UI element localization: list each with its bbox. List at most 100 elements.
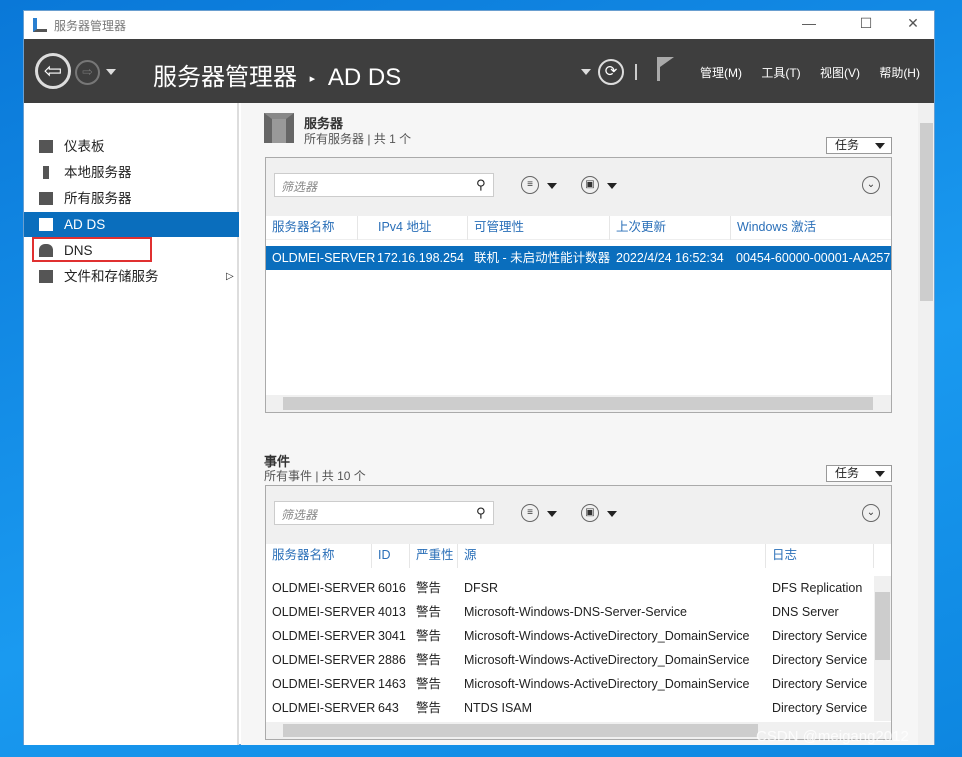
refresh-dropdown-icon[interactable]	[581, 69, 591, 75]
column-header[interactable]: 服务器名称	[266, 544, 372, 568]
sidebar-item-ad-ds[interactable]: AD DS	[24, 212, 239, 237]
save-query-dropdown-icon[interactable]	[607, 511, 617, 517]
table-row[interactable]: OLDMEI-SERVER 172.16.198.254 联机 - 未启动性能计…	[266, 246, 891, 270]
cell: Directory Service	[772, 629, 868, 643]
events-subtitle: 所有事件 | 共 10 个	[264, 469, 366, 483]
adds-icon	[39, 218, 53, 231]
cell: DFSR	[464, 581, 499, 595]
cell: OLDMEI-SERVER	[272, 629, 376, 643]
cell: OLDMEI-SERVER	[272, 653, 376, 667]
column-header[interactable]: IPv4 地址	[372, 216, 468, 240]
menu-manage[interactable]: 管理(M)	[700, 64, 742, 81]
table-row[interactable]: OLDMEI-SERVER 1463 警告 Microsoft-Windows-Act…	[266, 672, 874, 696]
servers-table-header: 服务器名称 IPv4 地址 可管理性 上次更新 Windows 激活	[266, 216, 891, 240]
expand-chevron-icon[interactable]: ⌄	[862, 176, 880, 194]
servers-tasks-button[interactable]: 任务	[826, 137, 892, 154]
history-dropdown-icon[interactable]	[106, 69, 116, 75]
list-options-icon[interactable]: ≡	[521, 504, 539, 522]
cell: 警告	[416, 653, 442, 667]
cell: 2022/4/24 16:52:34	[616, 251, 724, 265]
expand-chevron-icon[interactable]: ⌄	[862, 504, 880, 522]
table-row[interactable]: OLDMEI-SERVER 3041 警告 Microsoft-Windows-Act…	[266, 624, 874, 648]
cell: 警告	[416, 677, 442, 691]
header-bar: ⇦ ⇨ 服务器管理器 ▸ AD DS ⟳ 管理(M) 工具(T) 视图(V) 帮…	[24, 39, 934, 103]
divider	[635, 64, 637, 80]
main-content: 服务器 所有服务器 | 共 1 个 任务 筛选器 ⚲ ≡ ▣ ⌄ 服务器名称 I…	[241, 103, 918, 745]
cell: Directory Service	[772, 701, 868, 715]
maximize-button[interactable]: ☐	[851, 15, 881, 32]
search-icon[interactable]: ⚲	[476, 505, 486, 521]
column-header[interactable]: Windows 激活	[731, 216, 891, 240]
cell: 警告	[416, 605, 442, 619]
refresh-icon[interactable]: ⟳	[598, 59, 624, 85]
servers-filter-input[interactable]: 筛选器	[274, 173, 494, 197]
column-header[interactable]: 上次更新	[610, 216, 731, 240]
cell: Microsoft-Windows-ActiveDirectory_Domain…	[464, 653, 750, 667]
events-toolbar: 筛选器 ⚲ ≡ ▣ ⌄	[266, 486, 891, 544]
cell: 联机 - 未启动性能计数器	[474, 251, 611, 265]
cell: OLDMEI-SERVER	[272, 581, 376, 595]
breadcrumb-separator: ▸	[309, 73, 316, 86]
column-header[interactable]: 严重性	[410, 544, 458, 568]
sidebar-item-all-servers[interactable]: 所有服务器	[24, 186, 239, 211]
sidebar-item-label: AD DS	[64, 217, 106, 232]
save-query-icon[interactable]: ▣	[581, 504, 599, 522]
cell: OLDMEI-SERVER	[272, 677, 376, 691]
events-tasks-button[interactable]: 任务	[826, 465, 892, 482]
close-button[interactable]: ✕	[898, 15, 928, 32]
cell: 警告	[416, 701, 442, 715]
servers-panel: 筛选器 ⚲ ≡ ▣ ⌄ 服务器名称 IPv4 地址 可管理性 上次更新 Wind…	[265, 157, 892, 413]
breadcrumb-root[interactable]: 服务器管理器	[153, 64, 297, 91]
menu-view[interactable]: 视图(V)	[820, 64, 860, 81]
servers-horizontal-scrollbar[interactable]	[266, 395, 891, 412]
server-manager-window: 服务器管理器 — ☐ ✕ ⇦ ⇨ 服务器管理器 ▸ AD DS ⟳ 管理(M) …	[23, 10, 935, 745]
list-options-dropdown-icon[interactable]	[547, 183, 557, 189]
cell: NTDS ISAM	[464, 701, 533, 715]
menu-help[interactable]: 帮助(H)	[879, 64, 920, 81]
cell: 4013	[378, 605, 406, 619]
expand-arrow-icon[interactable]: ▷	[226, 264, 234, 289]
search-icon[interactable]: ⚲	[476, 177, 486, 193]
cell: 警告	[416, 581, 442, 595]
window-title: 服务器管理器	[54, 19, 127, 33]
watermark: CSDN @meigang2012	[756, 728, 909, 745]
sidebar-item-dashboard[interactable]: 仪表板	[24, 134, 239, 159]
sidebar-item-file-storage[interactable]: 文件和存储服务 ▷	[24, 264, 239, 289]
sidebar: 仪表板 本地服务器 所有服务器 AD DS DNS 文件和存储服务 ▷	[24, 103, 239, 745]
back-button[interactable]: ⇦	[35, 53, 71, 89]
events-vertical-scrollbar[interactable]	[874, 576, 891, 721]
table-row[interactable]: OLDMEI-SERVER 643 警告 NTDS ISAM Directory Ser…	[266, 696, 874, 720]
forward-button[interactable]: ⇨	[75, 60, 100, 85]
events-filter-input[interactable]: 筛选器	[274, 501, 494, 525]
column-header[interactable]: 日志	[766, 544, 874, 568]
save-query-icon[interactable]: ▣	[581, 176, 599, 194]
save-query-dropdown-icon[interactable]	[607, 183, 617, 189]
cell: Directory Service	[772, 653, 868, 667]
sidebar-item-local-server[interactable]: 本地服务器	[24, 160, 239, 185]
sidebar-item-label: 仪表板	[64, 139, 105, 154]
minimize-button[interactable]: —	[794, 15, 824, 31]
table-row[interactable]: OLDMEI-SERVER 6016 警告 DFSR DFS Replication	[266, 576, 874, 600]
menu-bar: 管理(M) 工具(T) 视图(V) 帮助(H)	[700, 64, 920, 81]
table-row[interactable]: OLDMEI-SERVER 2886 警告 Microsoft-Windows-Act…	[266, 648, 874, 672]
column-header[interactable]: 源	[458, 544, 766, 568]
events-panel: 筛选器 ⚲ ≡ ▣ ⌄ 服务器名称 ID 严重性 源 日志 OLDMEI-SER…	[265, 485, 892, 740]
cell: DNS Server	[772, 605, 839, 619]
column-header[interactable]: ID	[372, 544, 410, 568]
cell: Microsoft-Windows-DNS-Server-Service	[464, 605, 687, 619]
cell: Microsoft-Windows-ActiveDirectory_Domain…	[464, 629, 750, 643]
cell: DFS Replication	[772, 581, 863, 595]
cell: 172.16.198.254	[377, 251, 464, 265]
list-options-dropdown-icon[interactable]	[547, 511, 557, 517]
list-options-icon[interactable]: ≡	[521, 176, 539, 194]
cell: OLDMEI-SERVER	[272, 701, 376, 715]
column-header[interactable]: 可管理性	[468, 216, 610, 240]
main-vertical-scrollbar[interactable]	[918, 103, 934, 745]
servers-toolbar: 筛选器 ⚲ ≡ ▣ ⌄	[266, 158, 891, 216]
server-icon	[43, 166, 49, 179]
menu-tools[interactable]: 工具(T)	[761, 64, 800, 81]
table-row[interactable]: OLDMEI-SERVER 4013 警告 Microsoft-Windows-DNS…	[266, 600, 874, 624]
notifications-flag-icon[interactable]	[657, 57, 675, 81]
dns-highlight-box	[32, 237, 152, 262]
column-header[interactable]: 服务器名称	[266, 216, 358, 240]
